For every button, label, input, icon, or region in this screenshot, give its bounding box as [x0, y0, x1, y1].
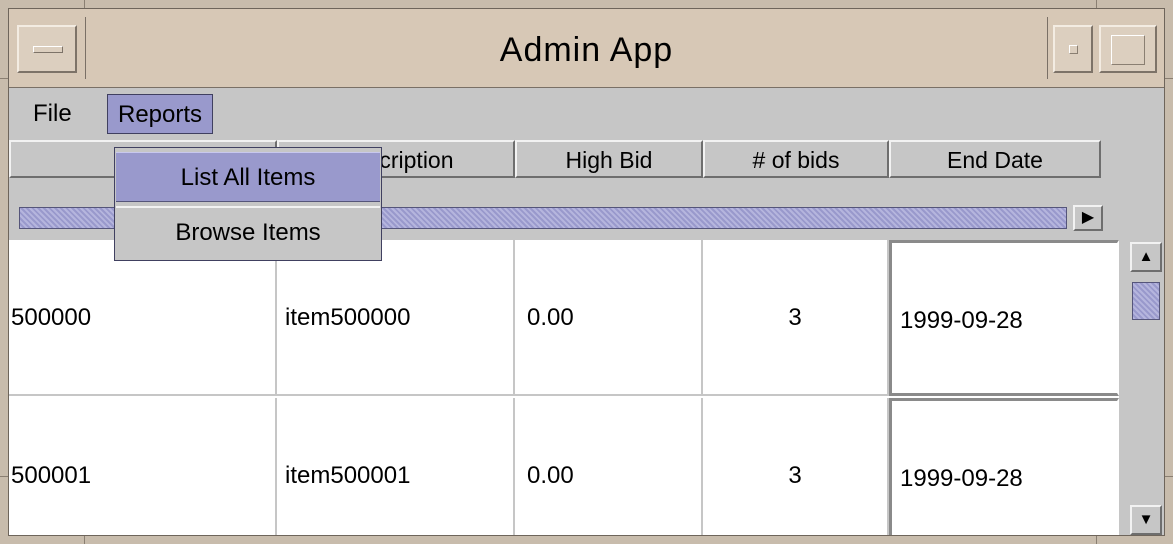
table-row[interactable]: 500000 item500000 0.00 3 1999-09-28: [9, 240, 1119, 396]
maximize-icon: [1111, 35, 1145, 65]
frame-tick: [1165, 78, 1173, 79]
frame-tick: [1096, 536, 1097, 544]
cell-auction[interactable]: 500001: [9, 398, 277, 535]
vertical-scroll-thumb[interactable]: [1132, 282, 1160, 320]
cell-high-bid[interactable]: 0.00: [515, 398, 703, 535]
arrow-right-icon: ▶: [1081, 209, 1095, 226]
column-header-end-date[interactable]: End Date: [889, 140, 1101, 178]
scroll-down-button[interactable]: ▼: [1130, 505, 1162, 535]
title-separator: [1047, 17, 1048, 79]
frame-tick: [0, 78, 8, 79]
maximize-button[interactable]: [1099, 25, 1157, 73]
frame-tick: [1165, 476, 1173, 477]
menu-item-list-all-items[interactable]: List All Items: [116, 152, 380, 202]
column-header-high-bid[interactable]: High Bid: [515, 140, 703, 178]
minimize-icon: [1069, 45, 1078, 54]
frame-tick: [1096, 0, 1097, 8]
window-frame: Admin App File Reports Au Description Hi…: [0, 0, 1173, 544]
minimize-button[interactable]: [1053, 25, 1093, 73]
menu-file[interactable]: File: [23, 94, 82, 134]
window-title: Admin App: [499, 31, 674, 69]
cell-description[interactable]: item500001: [277, 398, 515, 535]
cell-auction[interactable]: 500000: [9, 240, 277, 396]
column-header-num-bids[interactable]: # of bids: [703, 140, 889, 178]
cell-num-bids[interactable]: 3: [703, 398, 889, 535]
frame-tick: [84, 0, 85, 8]
table-row[interactable]: 500001 item500001 0.00 3 1999-09-28: [9, 398, 1119, 535]
cell-end-date[interactable]: 1999-09-28: [889, 240, 1119, 396]
menu-bar: File Reports: [9, 88, 1164, 138]
reports-dropdown-menu: List All Items Browse Items: [114, 147, 382, 261]
scroll-up-button[interactable]: ▲: [1130, 242, 1162, 272]
menu-item-browse-items[interactable]: Browse Items: [116, 206, 380, 256]
frame-tick: [84, 536, 85, 544]
cell-end-date[interactable]: 1999-09-28: [889, 398, 1119, 535]
window-content: Admin App File Reports Au Description Hi…: [8, 8, 1165, 536]
menu-reports[interactable]: Reports: [107, 94, 214, 134]
arrow-up-icon: ▲: [1138, 248, 1154, 265]
scroll-right-button[interactable]: ▶: [1073, 205, 1103, 231]
title-bar[interactable]: Admin App: [9, 9, 1164, 88]
vertical-scrollbar[interactable]: ▲ ▼: [1128, 240, 1164, 535]
arrow-down-icon: ▼: [1138, 511, 1154, 528]
cell-num-bids[interactable]: 3: [703, 240, 889, 396]
frame-tick: [0, 476, 8, 477]
table-body: 500000 item500000 0.00 3 1999-09-28 5000…: [9, 240, 1119, 535]
cell-description[interactable]: item500000: [277, 240, 515, 396]
cell-high-bid[interactable]: 0.00: [515, 240, 703, 396]
